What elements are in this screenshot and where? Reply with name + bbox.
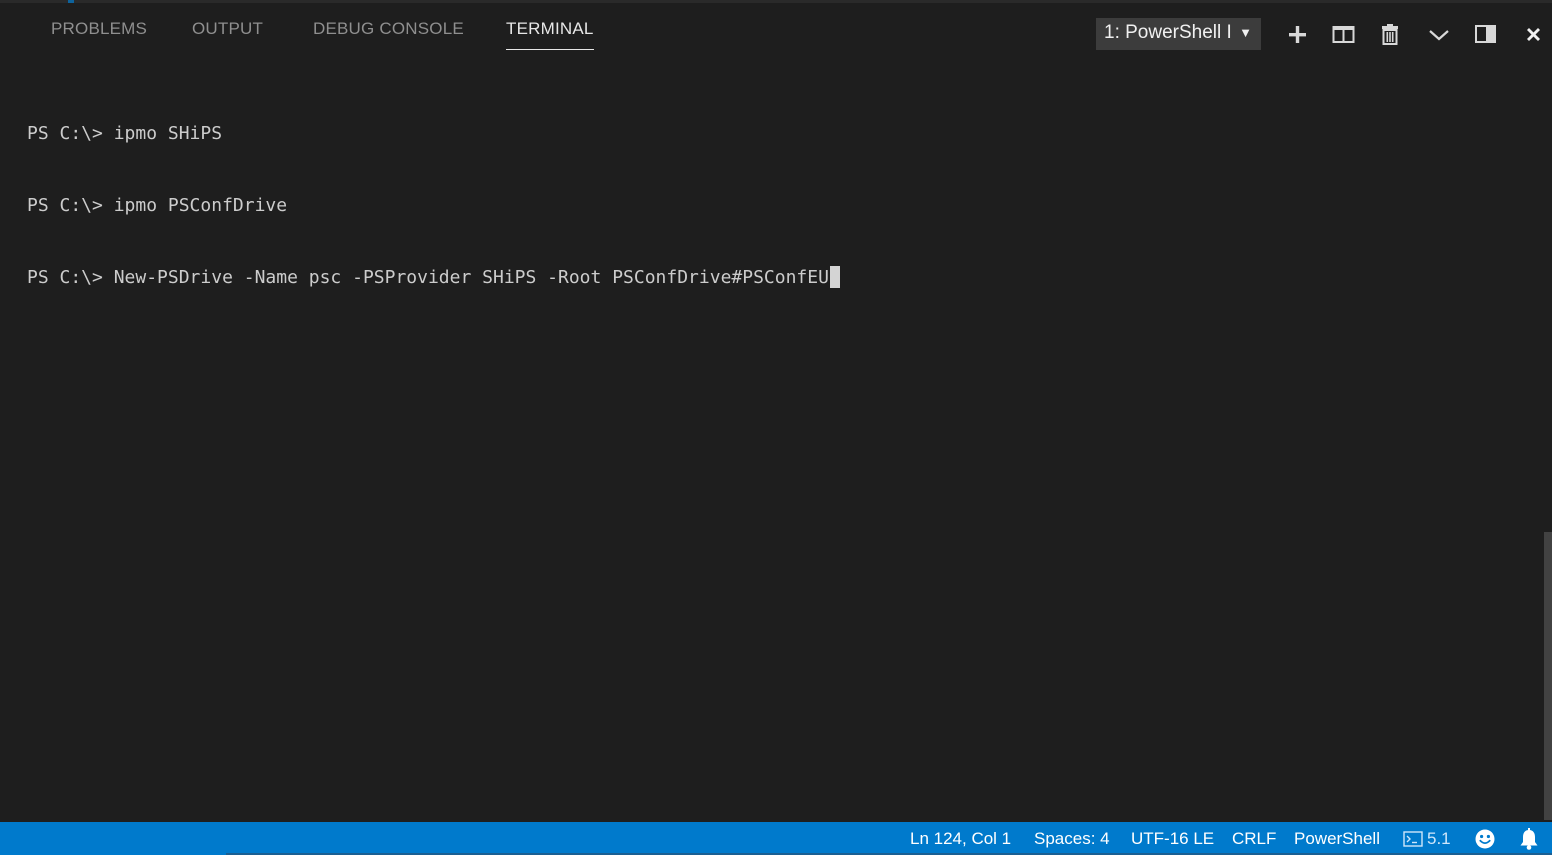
- tab-terminal[interactable]: TERMINAL: [506, 19, 594, 50]
- tab-output[interactable]: OUTPUT: [192, 19, 263, 49]
- terminal-instance-select[interactable]: 1: PowerShell I ▼: [1096, 18, 1261, 50]
- status-bar: Ln 124, Col 1 Spaces: 4 UTF-16 LE CRLF P…: [0, 822, 1552, 855]
- tab-problems[interactable]: PROBLEMS: [51, 19, 147, 49]
- trash-icon[interactable]: [1377, 22, 1403, 48]
- terminal-line: PS C:\> ipmo PSConfDrive: [27, 195, 288, 216]
- terminal-line-text: PS C:\> New-PSDrive -Name psc -PSProvide…: [27, 267, 829, 288]
- panel-header: PROBLEMS OUTPUT DEBUG CONSOLE TERMINAL 1…: [0, 3, 1552, 59]
- chevron-down-icon[interactable]: [1426, 22, 1452, 48]
- terminal-scrollbar-thumb[interactable]: [1544, 532, 1552, 820]
- status-version-text: 5.1: [1427, 829, 1451, 848]
- select-caret-icon: ▼: [1239, 25, 1252, 40]
- terminal-cursor: [829, 266, 840, 288]
- close-icon[interactable]: [1521, 22, 1547, 48]
- status-language-mode[interactable]: PowerShell: [1294, 829, 1380, 849]
- terminal-line: PS C:\> ipmo SHiPS: [27, 123, 223, 144]
- vscode-terminal-panel: PROBLEMS OUTPUT DEBUG CONSOLE TERMINAL 1…: [0, 0, 1552, 855]
- status-cursor-position[interactable]: Ln 124, Col 1: [910, 829, 1011, 849]
- terminal-icon: [1403, 831, 1423, 847]
- maximize-icon[interactable]: [1473, 22, 1499, 48]
- add-icon[interactable]: [1285, 22, 1311, 48]
- terminal-output[interactable]: PS C:\> ipmo SHiPS PS C:\> ipmo PSConfDr…: [27, 74, 1527, 814]
- terminal-line-current: PS C:\> New-PSDrive -Name psc -PSProvide…: [27, 266, 1527, 290]
- tab-debug-console[interactable]: DEBUG CONSOLE: [313, 19, 464, 49]
- terminal-select-value: 1: PowerShell I: [1104, 22, 1232, 43]
- status-powershell-version[interactable]: 5.1: [1403, 829, 1451, 849]
- status-encoding[interactable]: UTF-16 LE: [1131, 829, 1214, 849]
- feedback-smiley-icon[interactable]: [1473, 827, 1497, 855]
- status-eol[interactable]: CRLF: [1232, 829, 1276, 849]
- bell-icon[interactable]: [1518, 827, 1540, 855]
- split-icon[interactable]: [1331, 22, 1357, 48]
- status-indentation[interactable]: Spaces: 4: [1034, 829, 1110, 849]
